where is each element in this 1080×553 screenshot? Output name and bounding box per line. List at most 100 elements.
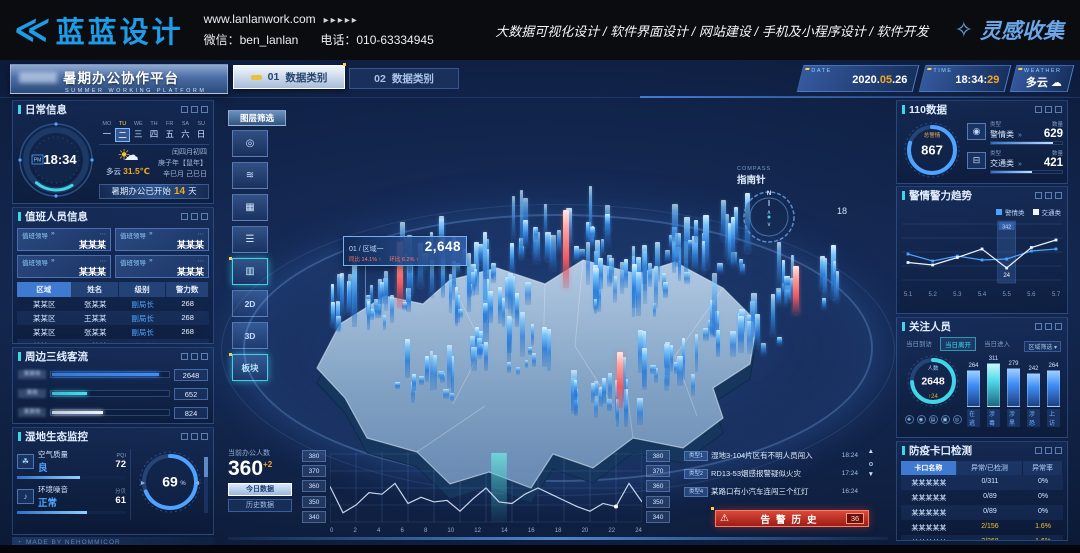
- tab-data-category-1[interactable]: 01 数据类别: [233, 65, 345, 89]
- checkpoint-cell: 0/89: [957, 505, 1023, 520]
- today-data-button[interactable]: 今日数据: [228, 483, 292, 496]
- panel-action-icons[interactable]: [1035, 106, 1062, 113]
- table-row: 某某区张某某副局长268: [17, 297, 209, 311]
- alert-item[interactable]: 类型4某路口有小汽车连闯三个红灯16:24: [684, 484, 858, 499]
- col-header: 警力数: [166, 282, 209, 297]
- flow-value: 2648: [174, 369, 208, 381]
- tab-data-category-2[interactable]: 02 数据类别: [349, 68, 459, 89]
- checkpoint-row: 某某某某某2/1561.6%: [901, 520, 1063, 535]
- data-bar: [682, 338, 685, 380]
- weekday[interactable]: TH四: [146, 121, 162, 142]
- type-count: 421: [1044, 157, 1063, 169]
- checkpoint-row: 某某某某某0/3110%: [901, 475, 1063, 490]
- focus-tab[interactable]: 当日离开: [940, 337, 976, 351]
- collection-link[interactable]: ✧ 灵感收集: [955, 15, 1064, 45]
- panel-action-icons[interactable]: [181, 213, 208, 220]
- week-row: MO一TU二WE三TH四FR五SA六SU日: [99, 121, 209, 145]
- panel-action-icons[interactable]: [181, 106, 208, 113]
- svg-text:PM: PM: [34, 158, 42, 164]
- data-bar: [450, 393, 454, 400]
- data-bar: [665, 250, 670, 262]
- focus-icon-1[interactable]: ✚: [905, 415, 914, 424]
- col-header[interactable]: 卡口名称: [901, 461, 957, 475]
- type-bar: [990, 141, 1063, 145]
- website-link[interactable]: www.lanlanwork.com: [204, 12, 316, 26]
- checkpoint-row: 某某某某某2/2681.6%: [901, 535, 1063, 541]
- weekday[interactable]: MO一: [99, 121, 115, 142]
- data-bar: [525, 360, 528, 368]
- alert-scroll-down[interactable]: ▼: [868, 472, 874, 479]
- data-bar: [336, 316, 340, 332]
- more-icon[interactable]: ⋯: [198, 257, 205, 267]
- panel-action-icons[interactable]: [181, 433, 208, 440]
- office-chart-svg: [330, 450, 642, 526]
- svg-text:2648: 2648: [921, 376, 945, 388]
- focus-icon-5[interactable]: ◎: [953, 415, 962, 424]
- data-bar: [370, 285, 373, 303]
- focus-bar: 264上访: [1047, 353, 1060, 427]
- alert-scroll-up[interactable]: ▲: [868, 449, 874, 456]
- data-bar: [352, 261, 358, 327]
- data-bar: [702, 241, 705, 273]
- weekday[interactable]: FR五: [162, 121, 178, 142]
- weather-value: 多云: [1026, 77, 1048, 89]
- panel-action-icons[interactable]: [1035, 323, 1062, 330]
- duty-role: 值班领导: [120, 230, 146, 240]
- alert-item[interactable]: 类型1湿地3-104片区有不明人员闯入18:24: [684, 448, 858, 463]
- focus-tab[interactable]: 当日进入: [980, 337, 1014, 351]
- weekday[interactable]: SA六: [178, 121, 194, 142]
- temperature: 31.5℃: [123, 166, 150, 176]
- count-label: 数量: [1052, 149, 1063, 157]
- svg-text:5.7: 5.7: [1052, 292, 1061, 298]
- panel-action-icons[interactable]: [181, 353, 208, 360]
- svg-text:342: 342: [1002, 225, 1011, 231]
- panel-action-icons[interactable]: [1035, 447, 1062, 454]
- data-bar: [405, 339, 410, 378]
- x-tick: 2: [353, 528, 356, 534]
- checkpoint-row: 某某某某某0/890%: [901, 490, 1063, 505]
- chevron-icon: »: [149, 257, 153, 267]
- svg-text:69: 69: [162, 474, 178, 490]
- flow-fill: [52, 411, 103, 414]
- focus-icon-4[interactable]: ▣: [941, 415, 950, 424]
- history-data-button[interactable]: 历史数据: [228, 499, 292, 512]
- focus-icon-3[interactable]: ▤: [929, 415, 938, 424]
- weekday[interactable]: TU二: [115, 121, 131, 142]
- more-icon[interactable]: ⋯: [100, 230, 107, 240]
- weekday-en: TU: [115, 121, 131, 127]
- weekday-cn: 一: [99, 128, 115, 140]
- focus-bar: 242涉恐: [1027, 353, 1040, 427]
- duty-name: 某某某: [22, 240, 106, 251]
- date-year: 2020.: [852, 74, 880, 86]
- focus-icon-2[interactable]: ◉: [917, 415, 926, 424]
- duty-role: 值班领导: [22, 230, 48, 240]
- focus-tab[interactable]: 当日到访: [902, 337, 936, 351]
- metric-name: 环境噪音: [38, 484, 68, 495]
- data-bar: [688, 240, 692, 247]
- data-bar: [550, 235, 556, 270]
- metric-unit: 分贝: [115, 487, 126, 495]
- data-bar: [771, 294, 775, 336]
- x-tick: 4: [377, 528, 380, 534]
- alarm-type-rows: ◉类型数量警情类»629⊟类型数量交通类»421: [963, 120, 1063, 185]
- y-axis-left: 380370360350340: [302, 450, 326, 526]
- more-icon[interactable]: ⋯: [100, 257, 107, 267]
- alert-item[interactable]: 类型2RD13-53烟感报警疑似火灾17:24: [684, 466, 858, 481]
- bar-category: 在逃: [967, 409, 980, 427]
- alert-history-button[interactable]: ⚠ 告警历史 36: [715, 510, 869, 527]
- legend-label: 交通类: [1042, 210, 1062, 217]
- y-tick: 370: [302, 465, 326, 477]
- tooltip-connector: [365, 266, 366, 308]
- data-bar: [528, 347, 532, 355]
- more-icon[interactable]: ⋯: [198, 230, 205, 240]
- area-filter-dropdown[interactable]: 区域筛选 ▾: [1024, 341, 1061, 352]
- weekday[interactable]: WE三: [130, 121, 146, 142]
- x-tick: 20: [582, 528, 589, 534]
- data-bar: [455, 287, 458, 327]
- data-bar: [510, 243, 514, 274]
- panel-action-icons[interactable]: [1035, 192, 1062, 199]
- camera-icon: ◉: [967, 123, 986, 140]
- data-bar: [605, 214, 610, 233]
- svg-text:◄: ◄: [194, 480, 201, 487]
- cloud-icon: ☁: [124, 147, 139, 164]
